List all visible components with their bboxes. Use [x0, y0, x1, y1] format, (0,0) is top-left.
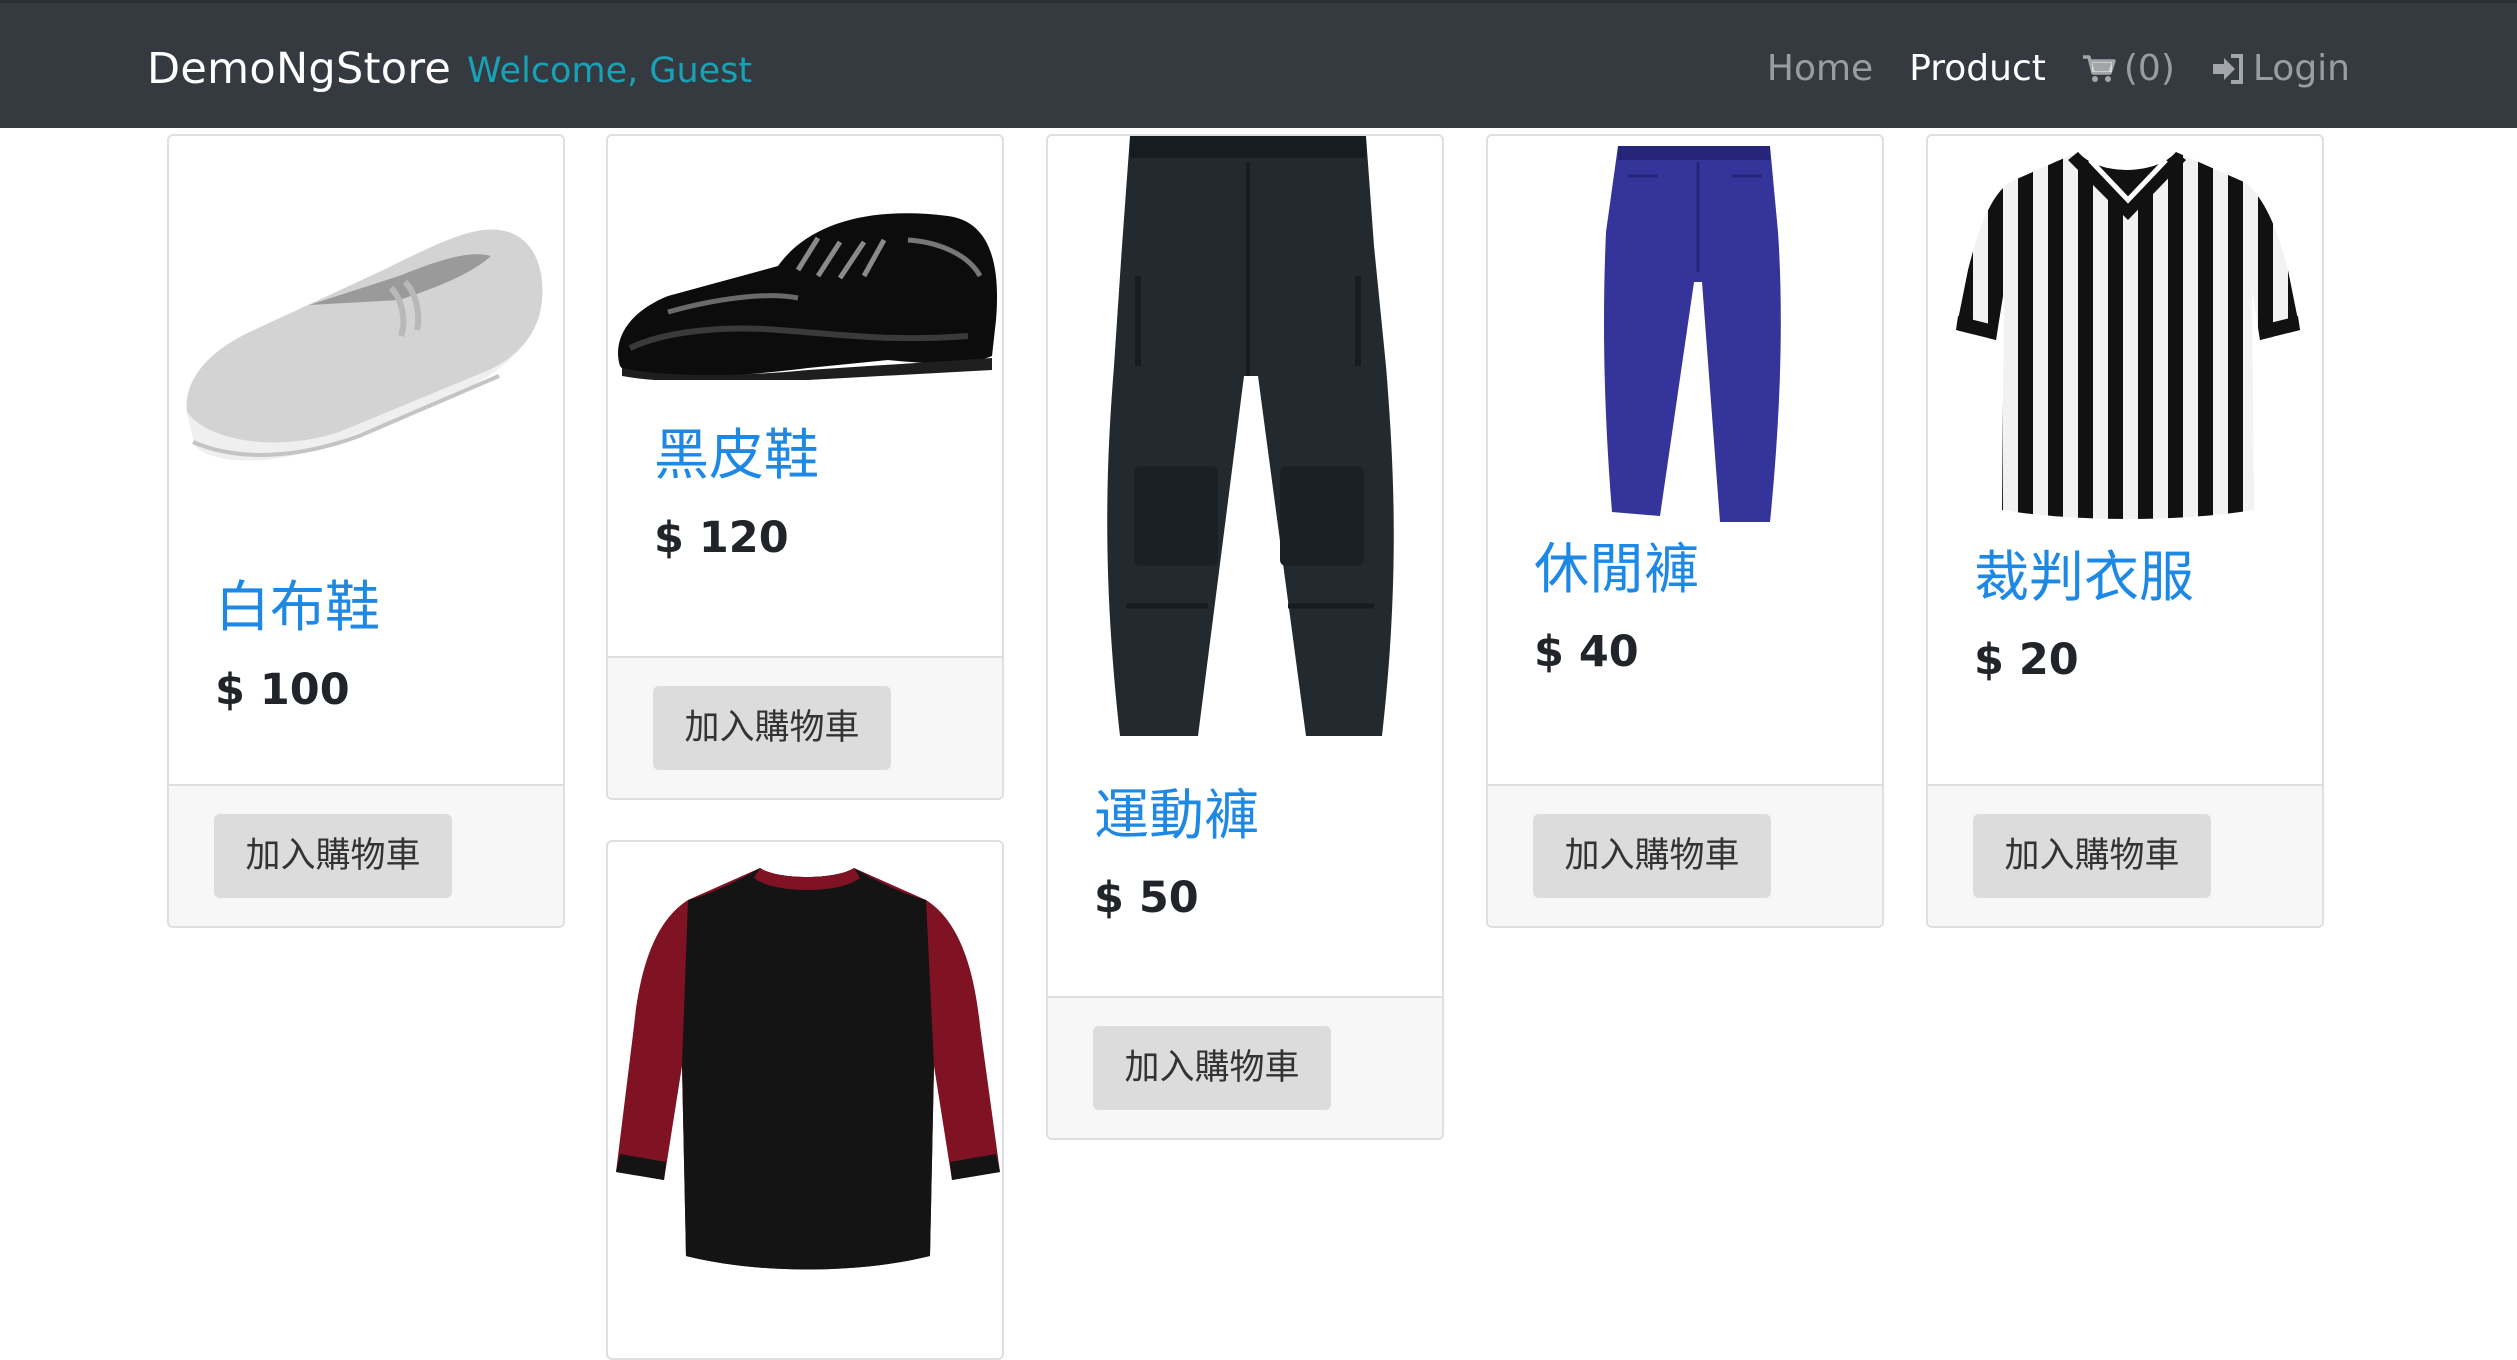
card-footer: 加入購物車	[608, 656, 1002, 798]
product-price: $ 120	[654, 513, 789, 563]
add-to-cart-button[interactable]: 加入購物車	[1973, 814, 2211, 898]
nav-product-label: Product	[1909, 48, 2046, 89]
cart-count: (0)	[2123, 48, 2175, 89]
product-card: 裁判衣服 $ 20 加入購物車	[1926, 134, 2324, 928]
nav-login-label: Login	[2252, 48, 2350, 89]
product-card	[606, 840, 1004, 1360]
add-to-cart-button[interactable]: 加入購物車	[653, 686, 891, 770]
add-to-cart-button[interactable]: 加入購物車	[1533, 814, 1771, 898]
card-footer: 加入購物車	[1928, 784, 2322, 926]
product-card: 休閒褲 $ 40 加入購物車	[1486, 134, 1884, 928]
navbar: DemoNgStore Welcome, Guest Home Product …	[0, 0, 2517, 128]
product-title[interactable]: 運動褲	[1094, 778, 1442, 852]
nav-login-link[interactable]: Login	[2211, 41, 2350, 97]
product-title[interactable]: 黑皮鞋	[654, 418, 1002, 492]
product-card: 白布鞋 $ 100 加入購物車	[167, 134, 565, 928]
product-card: 黑皮鞋 $ 120 加入購物車	[606, 134, 1004, 800]
product-image-referee-striped-shirt	[1928, 136, 2322, 540]
add-to-cart-button[interactable]: 加入購物車	[1093, 1026, 1331, 1110]
product-price: $ 50	[1094, 873, 1199, 923]
card-footer: 加入購物車	[1048, 996, 1442, 1138]
product-image-raglan-baseball-tee	[608, 842, 1002, 1276]
product-price: $ 40	[1534, 627, 1639, 677]
product-price: $ 20	[1974, 635, 2079, 685]
product-image-white-canvas-shoe	[169, 136, 563, 498]
product-image-black-cargo-pants	[1048, 136, 1442, 766]
nav-home-link[interactable]: Home	[1767, 41, 1873, 97]
card-footer: 加入購物車	[169, 784, 563, 926]
nav-cart-link[interactable]: (0)	[2082, 41, 2175, 97]
product-image-blue-casual-pants	[1488, 136, 1882, 532]
cart-icon	[2082, 54, 2116, 84]
product-image-black-leather-shoe	[608, 136, 1002, 404]
nav-product-link[interactable]: Product	[1909, 41, 2046, 97]
product-title[interactable]: 白布鞋	[215, 570, 563, 644]
product-card: 運動褲 $ 50 加入購物車	[1046, 134, 1444, 1140]
card-footer: 加入購物車	[1488, 784, 1882, 926]
nav-home-label: Home	[1766, 48, 1874, 89]
brand-link[interactable]: DemoNgStore	[147, 41, 451, 97]
sign-in-icon	[2211, 53, 2245, 85]
add-to-cart-button[interactable]: 加入購物車	[214, 814, 452, 898]
welcome-text: Welcome, Guest	[467, 51, 753, 91]
product-title[interactable]: 休閒褲	[1534, 532, 1882, 606]
nav-links: Home Product (0) Login	[1731, 41, 2350, 97]
product-title[interactable]: 裁判衣服	[1974, 540, 2322, 614]
product-price: $ 100	[215, 665, 350, 715]
